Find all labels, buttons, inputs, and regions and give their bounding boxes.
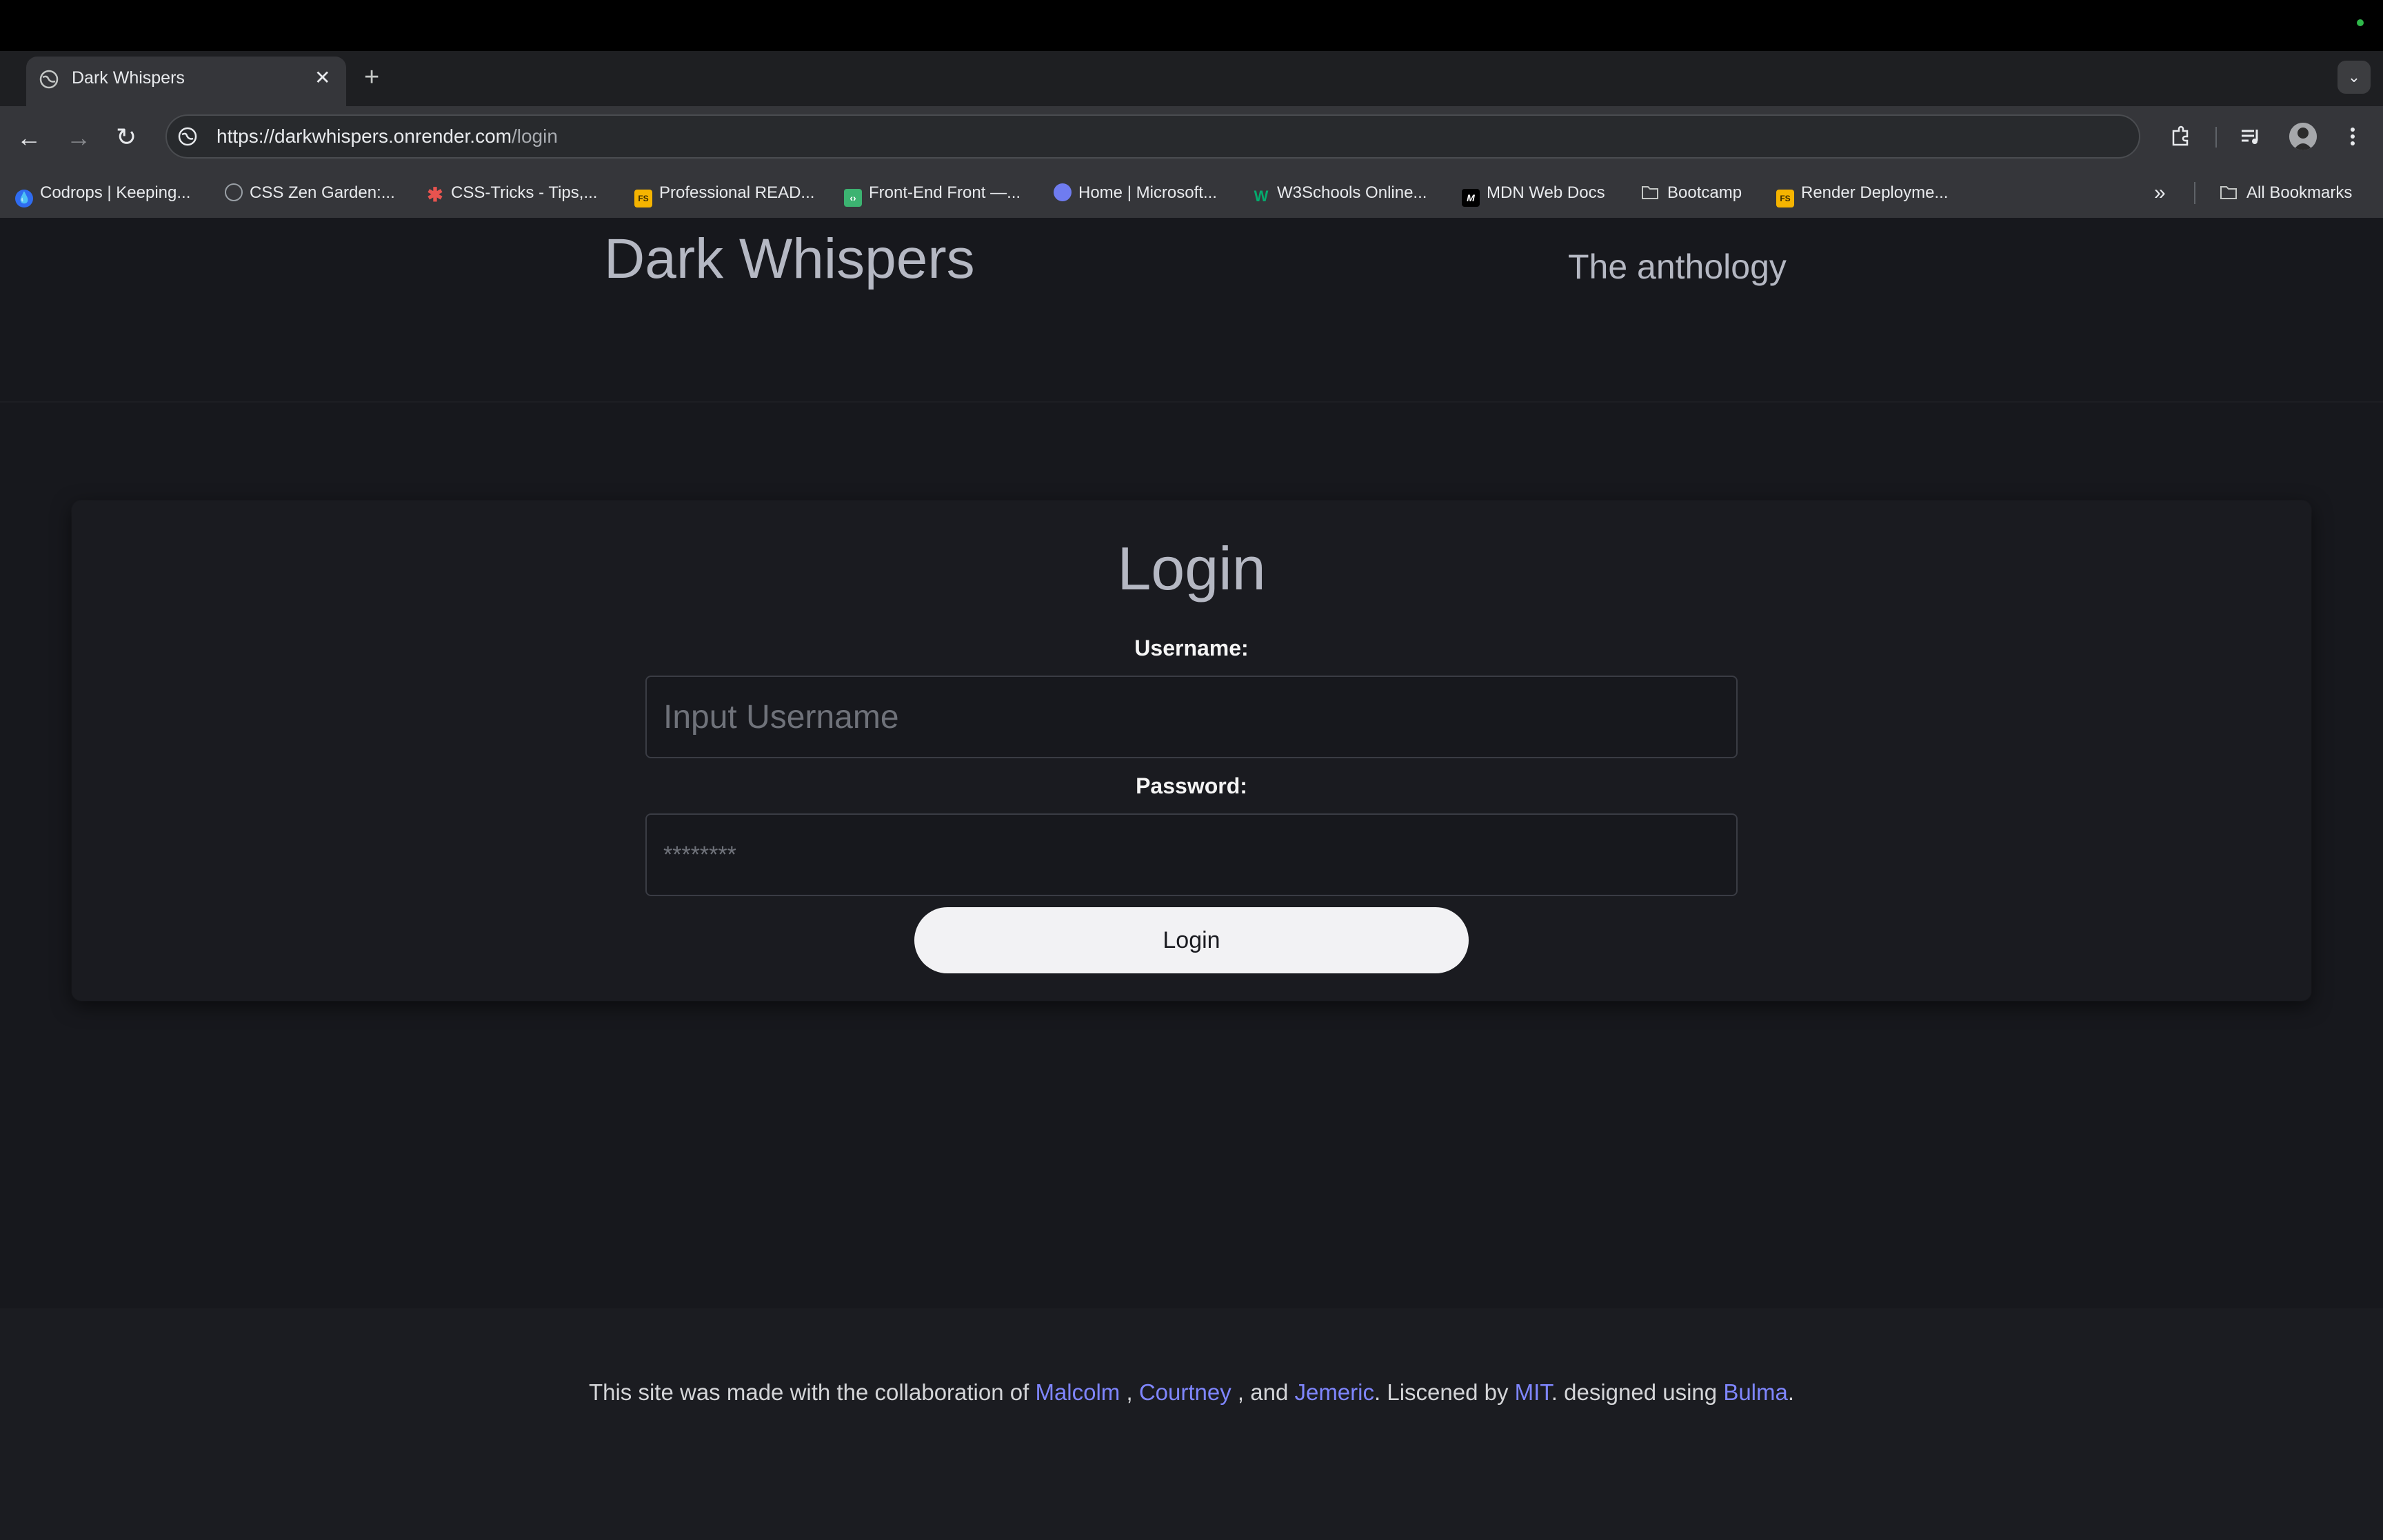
media-control-icon[interactable] xyxy=(2238,124,2263,149)
tab-bar xyxy=(0,51,2383,106)
bookmark-microsoft[interactable]: Home | Microsoft... xyxy=(1054,181,1217,205)
extensions-puzzle-icon[interactable] xyxy=(2168,124,2193,149)
bookmark-front-end-front[interactable]: ‹› Front-End Front —... xyxy=(844,181,1021,207)
bookmarks-separator xyxy=(2194,182,2195,204)
all-bookmarks-button[interactable]: All Bookmarks xyxy=(2218,181,2352,205)
bookmark-professional-readme[interactable]: FS Professional READ... xyxy=(634,181,815,207)
bookmark-label: W3Schools Online... xyxy=(1277,183,1427,202)
mdn-icon: M xyxy=(1462,189,1480,207)
code-icon: ‹› xyxy=(844,189,862,207)
footer-link-malcolm[interactable]: Malcolm xyxy=(1035,1379,1120,1405)
site-subtitle: The anthology xyxy=(1568,247,1787,286)
url-host: https://darkwhispers.onrender.com xyxy=(217,125,512,147)
footer-prefix: This site was made with the collaboratio… xyxy=(588,1379,1036,1405)
password-input[interactable] xyxy=(645,813,1738,896)
footer-designed-text: . designed using xyxy=(1551,1379,1724,1405)
bookmark-label: CSS Zen Garden:... xyxy=(250,183,395,202)
bookmark-folder-bootcamp[interactable]: Bootcamp xyxy=(1640,181,1742,205)
footer xyxy=(0,1308,2383,1540)
bookmark-css-zen-garden[interactable]: CSS Zen Garden:... xyxy=(225,181,395,205)
bookmark-label: Codrops | Keeping... xyxy=(40,183,191,202)
header-divider xyxy=(0,401,2383,403)
bookmark-label: MDN Web Docs xyxy=(1487,183,1605,202)
site-title[interactable]: Dark Whispers xyxy=(604,225,975,294)
bookmark-codrops[interactable]: 💧 Codrops | Keeping... xyxy=(15,181,191,207)
password-label: Password: xyxy=(1136,773,1247,798)
footer-text: This site was made with the collaboratio… xyxy=(0,1376,2383,1409)
url-path: /login xyxy=(511,125,558,147)
site-info-icon[interactable] xyxy=(177,125,199,148)
footer-link-jemeric[interactable]: Jemeric xyxy=(1294,1379,1374,1405)
bookmark-render-deployment[interactable]: FS Render Deployme... xyxy=(1776,181,1949,207)
new-tab-button[interactable]: + xyxy=(364,63,379,91)
bookmark-label: Bootcamp xyxy=(1667,183,1742,202)
footer-end: . xyxy=(1787,1379,1795,1405)
bookmark-css-tricks[interactable]: ✱ CSS-Tricks - Tips,... xyxy=(426,181,597,205)
footer-link-mit[interactable]: MIT xyxy=(1515,1379,1551,1405)
footer-sep: , and xyxy=(1231,1379,1295,1405)
url-text[interactable]: https://darkwhispers.onrender.com/login xyxy=(217,124,558,149)
reload-icon[interactable]: ↻ xyxy=(116,123,137,151)
w3schools-icon: W xyxy=(1254,188,1269,205)
kebab-menu-icon[interactable] xyxy=(2347,124,2358,149)
username-input[interactable] xyxy=(645,676,1738,758)
folder-icon xyxy=(2220,186,2237,199)
avatar-icon xyxy=(2289,123,2317,150)
login-heading: Login xyxy=(1117,534,1266,602)
bookmark-label: Professional READ... xyxy=(659,183,815,202)
forward-arrow-icon[interactable]: → xyxy=(66,124,91,152)
bookmark-label: Home | Microsoft... xyxy=(1078,183,1217,202)
footer-link-bulma[interactable]: Bulma xyxy=(1723,1379,1788,1405)
bookmark-w3schools[interactable]: W W3Schools Online... xyxy=(1252,181,1427,205)
codrops-icon: 💧 xyxy=(15,190,33,207)
fs-icon: FS xyxy=(634,190,652,207)
all-bookmarks-label: All Bookmarks xyxy=(2246,183,2353,202)
globe-icon xyxy=(39,70,59,89)
profile-avatar[interactable] xyxy=(2289,123,2317,150)
bookmark-label: Render Deployme... xyxy=(1801,183,1949,202)
username-label: Username: xyxy=(1134,636,1249,660)
bookmark-label: CSS-Tricks - Tips,... xyxy=(451,183,598,202)
bookmark-mdn[interactable]: M MDN Web Docs xyxy=(1462,181,1605,207)
footer-sep: , xyxy=(1120,1379,1139,1405)
footer-link-courtney[interactable]: Courtney xyxy=(1139,1379,1231,1405)
tab-search-button[interactable]: ⌄ xyxy=(2337,61,2371,94)
login-button[interactable]: Login xyxy=(914,907,1469,973)
microsoft-icon xyxy=(1054,183,1072,201)
folder-icon xyxy=(1642,186,1658,199)
tab-title: Dark Whispers xyxy=(72,68,185,88)
tab-close-icon[interactable]: ✕ xyxy=(314,66,330,90)
toolbar-separator xyxy=(2215,127,2217,148)
globe-icon xyxy=(225,183,243,201)
system-top-strip xyxy=(0,0,2383,51)
status-indicator-dot xyxy=(2357,19,2364,26)
back-arrow-icon[interactable]: ← xyxy=(17,124,41,152)
bookmarks-overflow-chevron-icon[interactable]: » xyxy=(2154,181,2166,205)
bookmark-label: Front-End Front —... xyxy=(869,183,1021,202)
asterisk-icon: ✱ xyxy=(427,184,443,205)
fs-icon: FS xyxy=(1776,190,1794,207)
footer-license-text: . Liscened by xyxy=(1374,1379,1515,1405)
